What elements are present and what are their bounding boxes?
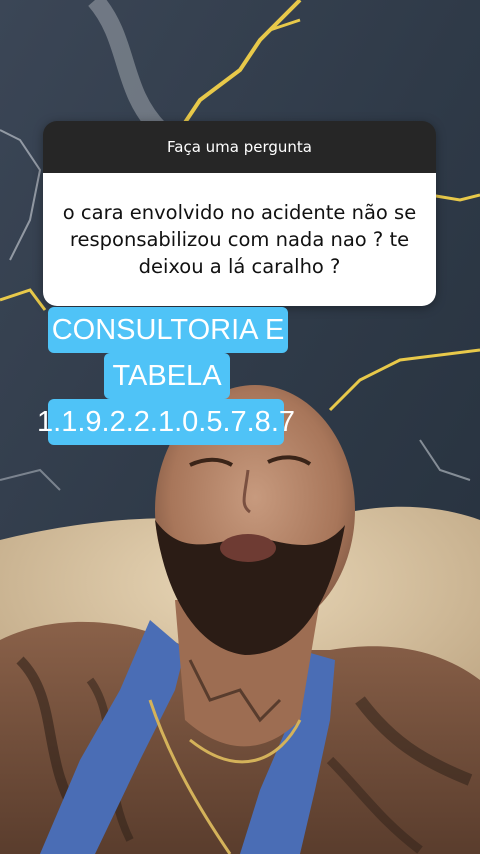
question-text: o cara envolvido no acidente não se resp…	[43, 173, 436, 306]
question-sticker-header: Faça uma pergunta	[43, 121, 436, 173]
question-sticker[interactable]: Faça uma pergunta o cara envolvido no ac…	[43, 121, 436, 306]
caption-line-2: TABELA	[104, 353, 230, 399]
caption-line-3: 1.1.9.2.2.1.0.5.7.8.7	[37, 399, 295, 445]
caption-line-1: CONSULTORIA E	[48, 307, 288, 353]
